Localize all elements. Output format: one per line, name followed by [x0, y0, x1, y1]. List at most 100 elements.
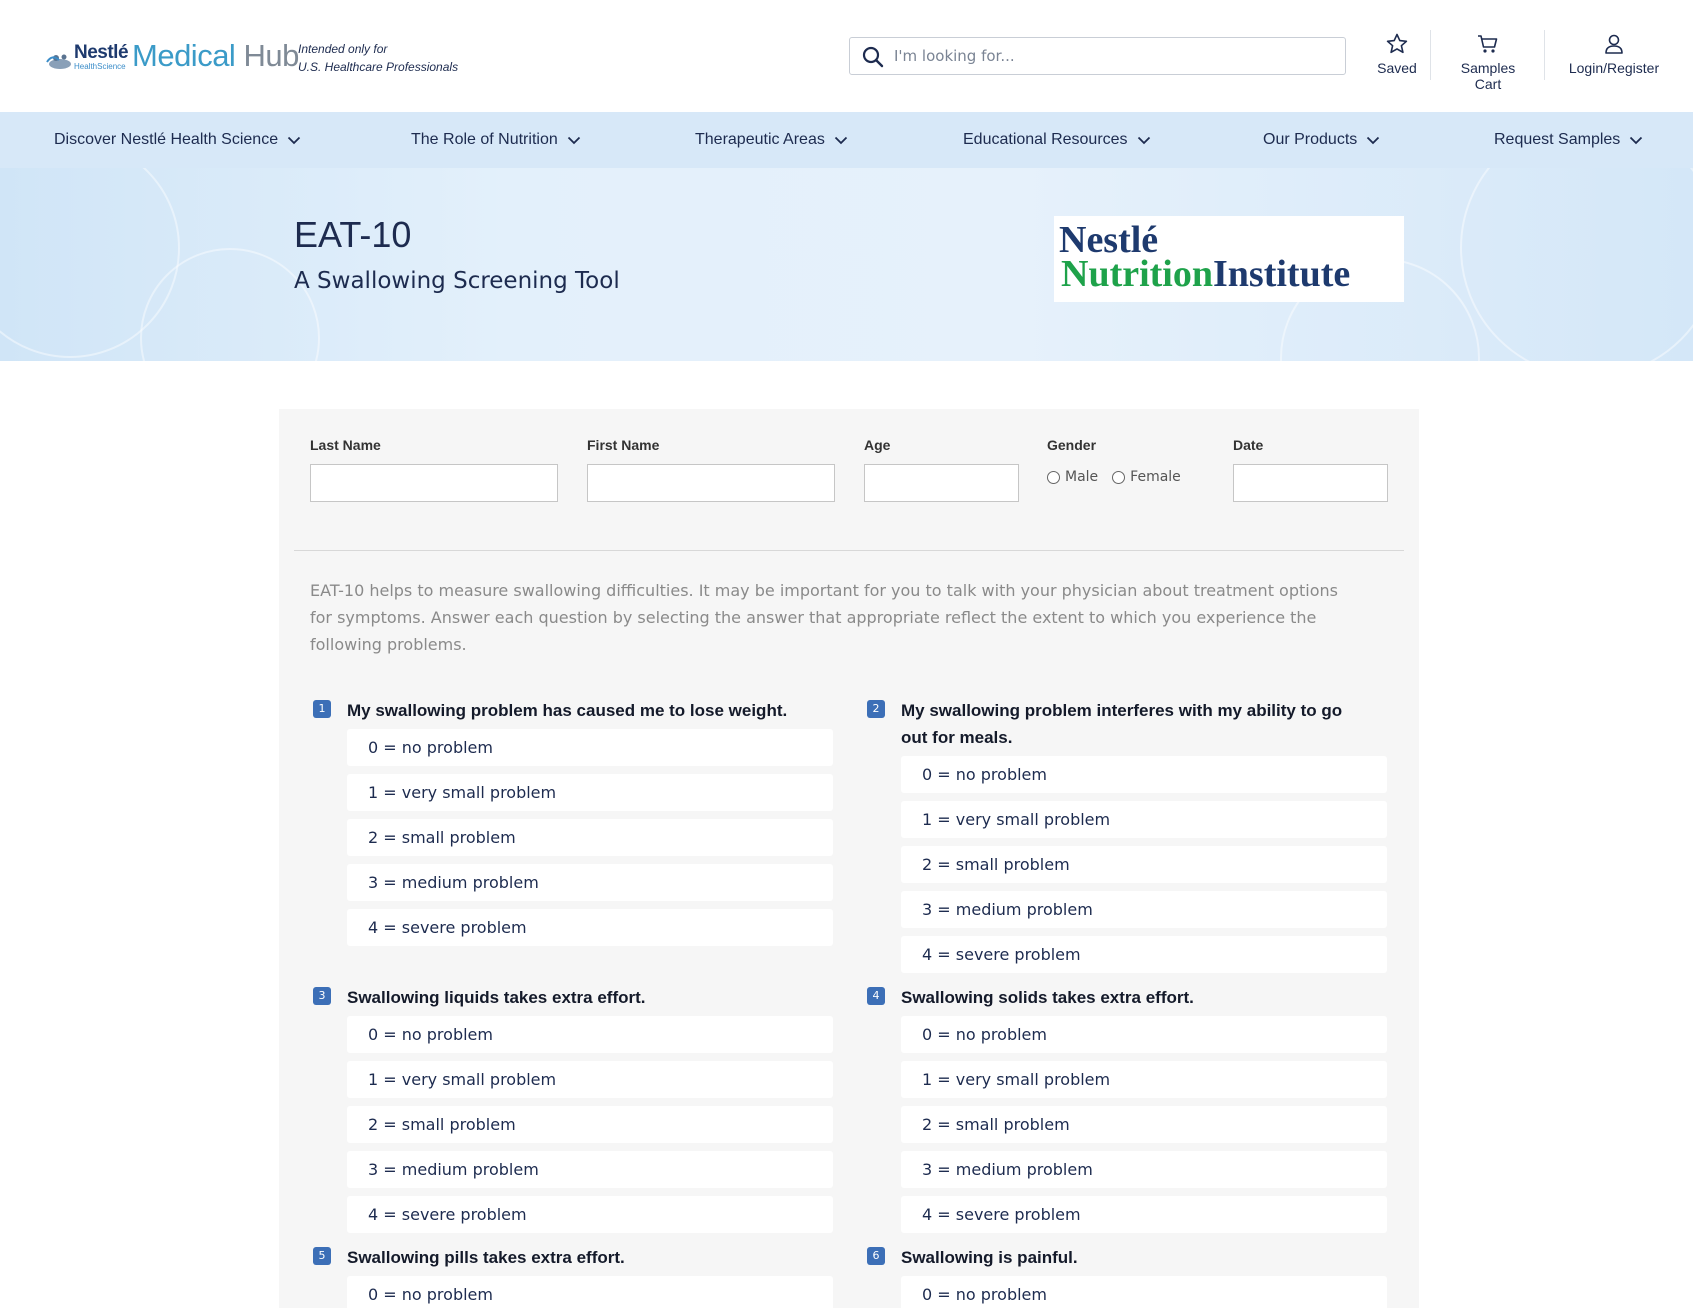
- gender-radio-group: Male Female: [1047, 469, 1195, 485]
- samples-cart-label: Samples Cart: [1460, 60, 1516, 92]
- answer-option[interactable]: 0 = no problem: [347, 729, 833, 766]
- gender-label: Gender: [1047, 437, 1097, 453]
- nni-logo-nutrition: Nutrition: [1061, 253, 1213, 295]
- form-divider: [294, 550, 1404, 551]
- logo-medical-word: Medical: [132, 38, 236, 73]
- gender-male-label: Male: [1065, 469, 1099, 485]
- answer-option[interactable]: 0 = no problem: [347, 1016, 833, 1053]
- nav-item-educational-resources[interactable]: Educational Resources: [963, 112, 1151, 168]
- answer-option[interactable]: 2 = small problem: [347, 819, 833, 856]
- answer-option[interactable]: 2 = small problem: [901, 846, 1387, 883]
- answer-option[interactable]: 1 = very small problem: [347, 1061, 833, 1098]
- question-text: Swallowing liquids takes extra effort.: [347, 988, 646, 1007]
- nav-item-label: Therapeutic Areas: [695, 131, 825, 148]
- medical-hub-logo[interactable]: Nestlé HealthScience Medical Hub: [44, 38, 299, 78]
- last-name-input[interactable]: [310, 464, 558, 502]
- answer-option[interactable]: 0 = no problem: [901, 1016, 1387, 1053]
- answer-option[interactable]: 4 = severe problem: [901, 936, 1387, 973]
- page-title: EAT-10: [294, 214, 412, 255]
- search-input[interactable]: [894, 38, 1334, 74]
- nav-item-label: Educational Resources: [963, 131, 1128, 148]
- question-text: My swallowing problem interferes with my…: [901, 701, 1343, 747]
- chevron-down-icon: [567, 136, 580, 144]
- answer-option[interactable]: 2 = small problem: [901, 1106, 1387, 1143]
- question-1: 1 My swallowing problem has caused me to…: [313, 697, 833, 947]
- nni-logo-line2: NutritionInstitute: [1061, 254, 1350, 294]
- gender-female-radio[interactable]: [1112, 470, 1126, 484]
- first-name-label: First Name: [587, 437, 660, 453]
- nav-item-role-of-nutrition[interactable]: The Role of Nutrition: [411, 112, 581, 168]
- question-4: 4 Swallowing solids takes extra effort. …: [867, 984, 1387, 1234]
- nav-item-label: Discover Nestlé Health Science: [54, 131, 279, 148]
- hero-banner: EAT-10 A Swallowing Screening Tool Nestl…: [0, 168, 1693, 361]
- question-number-badge: 1: [313, 700, 331, 718]
- intended-line-2: U.S. Healthcare Professionals: [298, 60, 459, 74]
- answer-option[interactable]: 4 = severe problem: [901, 1196, 1387, 1233]
- intro-text: EAT-10 helps to measure swallowing diffi…: [310, 581, 1338, 654]
- star-icon: [1386, 33, 1408, 54]
- logo-brand-text: Nestlé: [74, 42, 129, 63]
- question-text: Swallowing is painful.: [901, 1248, 1078, 1267]
- answer-option[interactable]: 1 = very small problem: [901, 801, 1387, 838]
- date-input[interactable]: [1233, 464, 1388, 502]
- answer-option[interactable]: 3 = medium problem: [347, 864, 833, 901]
- search-box[interactable]: [849, 37, 1346, 75]
- login-register-button[interactable]: Login/Register: [1566, 32, 1662, 76]
- saved-label: Saved: [1377, 60, 1417, 76]
- samples-cart-button[interactable]: Samples Cart: [1446, 32, 1530, 92]
- hero-decor: [1460, 168, 1693, 361]
- answer-option[interactable]: 1 = very small problem: [347, 774, 833, 811]
- answer-option[interactable]: 3 = medium problem: [901, 1151, 1387, 1188]
- header-divider: [1544, 30, 1545, 80]
- intended-notice: Intended only for U.S. Healthcare Profes…: [298, 40, 458, 76]
- nestle-nutrition-institute-logo: Nestlé NutritionInstitute: [1054, 216, 1404, 302]
- logo-brand-sub: HealthScience: [74, 62, 126, 71]
- question-number-badge: 6: [867, 1247, 885, 1265]
- saved-button[interactable]: Saved: [1376, 32, 1418, 76]
- eat10-form: Last Name First Name Age Gender Male Fem…: [279, 409, 1419, 1308]
- logo-hub-word: Hub: [243, 38, 299, 73]
- answer-option[interactable]: 4 = severe problem: [347, 1196, 833, 1233]
- answer-option[interactable]: 4 = severe problem: [347, 909, 833, 946]
- cart-icon: [1478, 35, 1498, 53]
- question-number-badge: 4: [867, 987, 885, 1005]
- question-6: 6 Swallowing is painful. 0 = no problem: [867, 1244, 1387, 1308]
- nav-item-therapeutic-areas[interactable]: Therapeutic Areas: [695, 112, 848, 168]
- gender-male-radio[interactable]: [1047, 470, 1060, 484]
- user-icon: [1605, 34, 1623, 54]
- answer-option[interactable]: 3 = medium problem: [901, 891, 1387, 928]
- chevron-down-icon: [1137, 136, 1150, 144]
- last-name-label: Last Name: [310, 437, 381, 453]
- site-header: Nestlé HealthScience Medical Hub Intende…: [0, 0, 1693, 112]
- nav-item-discover[interactable]: Discover Nestlé Health Science: [54, 112, 301, 168]
- answer-option[interactable]: 0 = no problem: [901, 756, 1387, 793]
- answer-option[interactable]: 0 = no problem: [901, 1276, 1387, 1308]
- answer-option[interactable]: 1 = very small problem: [901, 1061, 1387, 1098]
- date-label: Date: [1233, 437, 1264, 453]
- answer-option[interactable]: 2 = small problem: [347, 1106, 833, 1143]
- nav-item-our-products[interactable]: Our Products: [1263, 112, 1380, 168]
- question-text: Swallowing pills takes extra effort.: [347, 1248, 625, 1267]
- question-3: 3 Swallowing liquids takes extra effort.…: [313, 984, 833, 1234]
- age-input[interactable]: [864, 464, 1019, 502]
- nav-item-request-samples[interactable]: Request Samples: [1494, 112, 1643, 168]
- question-number-badge: 2: [867, 700, 885, 718]
- question-text: Swallowing solids takes extra effort.: [901, 988, 1194, 1007]
- nestle-nest-icon: [44, 38, 74, 78]
- question-number-badge: 3: [313, 987, 331, 1005]
- answer-option[interactable]: 0 = no problem: [347, 1276, 833, 1308]
- question-text: My swallowing problem has caused me to l…: [347, 701, 788, 720]
- nav-item-label: The Role of Nutrition: [411, 131, 558, 148]
- page-subtitle: A Swallowing Screening Tool: [294, 268, 620, 294]
- nav-item-label: Request Samples: [1494, 131, 1621, 148]
- nni-logo-institute: Institute: [1213, 253, 1351, 295]
- chevron-down-icon: [1367, 136, 1380, 144]
- first-name-input[interactable]: [587, 464, 835, 502]
- main-navigation: Discover Nestlé Health Science The Role …: [0, 112, 1693, 168]
- chevron-down-icon: [287, 136, 301, 144]
- nav-item-label: Our Products: [1263, 131, 1358, 148]
- header-divider: [1430, 30, 1431, 80]
- answer-option[interactable]: 3 = medium problem: [347, 1151, 833, 1188]
- age-label: Age: [864, 437, 891, 453]
- question-2: 2 My swallowing problem interferes with …: [867, 697, 1387, 977]
